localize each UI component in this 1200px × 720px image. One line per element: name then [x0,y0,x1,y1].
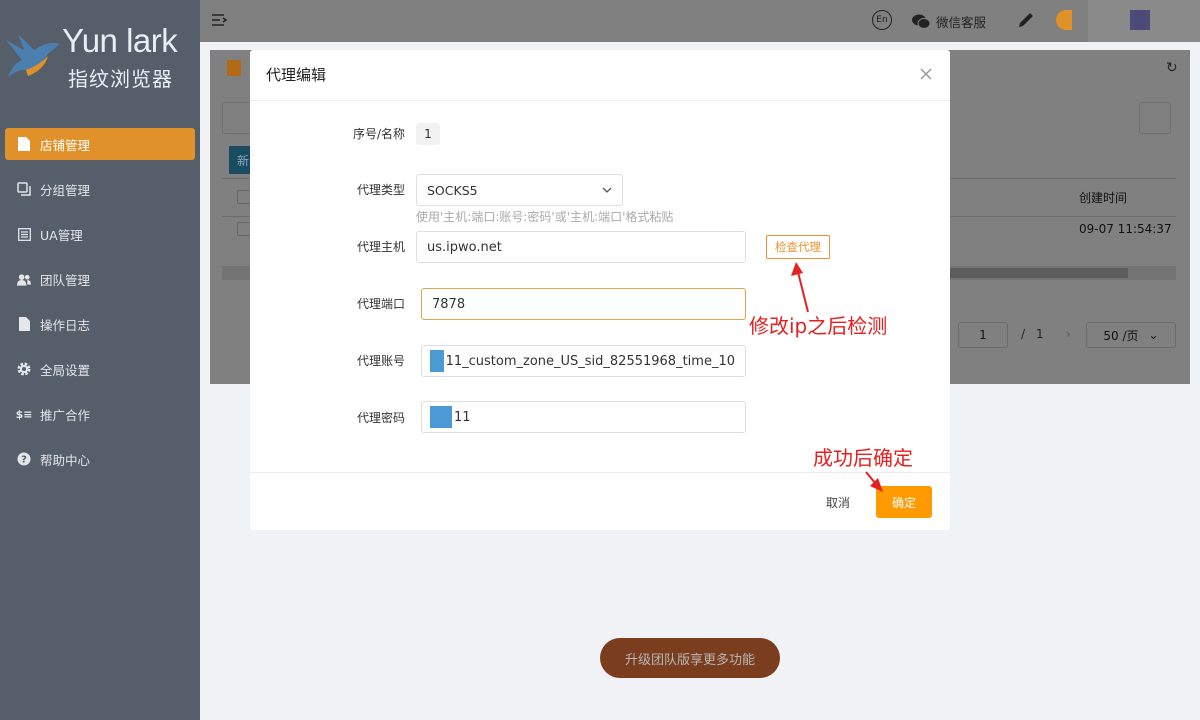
sidebar-item-team-management[interactable]: 团队管理 [5,263,195,295]
select-all-checkbox[interactable] [237,190,251,204]
wechat-service-label: 微信客服 [936,15,987,30]
proxy-account-label: 代理账号 [356,354,405,368]
page-size-select[interactable]: 50 /页 ⌄ [1086,322,1176,348]
bird-logo-icon [6,34,60,78]
page-number-input[interactable]: 1 [958,322,1008,348]
sidebar-item-label: UA管理 [40,227,83,243]
user-badge-icon [1130,10,1150,30]
document-icon [227,60,241,76]
proxy-password-value: 11 [454,409,471,425]
language-switch-button[interactable]: En [872,10,892,30]
sidebar-item-label: 店铺管理 [40,137,91,153]
index-value: 1 [416,123,440,145]
file-icon [17,317,31,331]
avatar[interactable] [1056,10,1072,30]
sidebar-item-label: 操作日志 [40,317,91,333]
chevron-down-icon: ⌄ [1148,328,1159,342]
top-header: En 微信客服 [200,0,1200,42]
upgrade-team-button[interactable]: 升级团队版享更多功能 [600,638,780,678]
pencil-icon[interactable] [1016,10,1036,30]
proxy-port-input[interactable]: 7878 [421,288,746,320]
proxy-password-input[interactable]: 11 [421,401,746,433]
created-time-cell: 09-07 11:54:37 [1079,222,1172,236]
sidebar-item-help-center[interactable]: ? 帮助中心 [5,443,195,475]
sidebar-item-label: 团队管理 [40,272,91,288]
check-proxy-annotation: 修改ip之后检测 [749,314,888,338]
proxy-host-label: 代理主机 [356,240,405,254]
brand-subtitle: 指纹浏览器 [68,67,173,91]
gear-icon [17,362,31,376]
proxy-account-value: 11_custom_zone_US_sid_82551968_time_10 [445,353,735,369]
divider [250,100,950,101]
brand-name: Yun lark [62,22,178,59]
index-name-label: 序号/名称 [352,127,405,141]
proxy-type-select[interactable]: SOCKS5 [416,174,623,206]
proxy-port-label: 代理端口 [356,297,405,311]
divider [250,472,950,473]
pager-separator: / [1021,327,1026,341]
search-input[interactable] [222,102,252,134]
proxy-password-label: 代理密码 [356,411,405,425]
redaction-mark [430,350,444,372]
proxy-type-label: 代理类型 [356,183,405,197]
refresh-icon[interactable]: ↻ [1166,60,1178,76]
document-icon [17,137,31,151]
close-icon[interactable] [918,66,934,82]
new-button[interactable]: 新 [229,146,251,174]
dollar-icon: $≡ [15,407,33,421]
confirm-button[interactable]: 确定 [876,486,932,518]
proxy-type-value: SOCKS5 [427,182,478,198]
next-page-icon[interactable]: › [1066,327,1071,341]
list-icon [17,227,31,241]
chevron-down-icon [602,187,612,193]
proxy-account-input[interactable]: 11_custom_zone_US_sid_82551968_time_10 [421,345,746,377]
redaction-mark [430,406,452,428]
proxy-port-value: 7878 [432,296,466,312]
menu-toggle-icon[interactable] [210,11,228,29]
row-checkbox[interactable] [237,222,251,236]
svg-text:?: ? [21,455,27,466]
sidebar-item-label: 全局设置 [40,362,91,378]
wechat-icon [912,14,930,29]
sidebar-item-global-settings[interactable]: 全局设置 [5,353,195,385]
dialog-title: 代理编辑 [266,66,327,84]
sidebar-item-group-management[interactable]: 分组管理 [5,173,195,205]
sidebar-item-shop-management[interactable]: 店铺管理 [5,128,195,160]
copy-icon [17,182,31,196]
app-logo: Yun lark 指纹浏览器 [0,0,200,112]
proxy-host-input[interactable]: us.ipwo.net [416,231,746,263]
sidebar-item-promotion[interactable]: $≡ 推广合作 [5,398,195,430]
team-icon [17,272,31,286]
created-time-header: 创建时间 [1079,191,1128,205]
reload-button[interactable] [1139,102,1171,134]
sidebar-item-label: 帮助中心 [40,452,91,468]
sidebar-item-label: 推广合作 [40,407,91,423]
confirm-annotation: 成功后确定 [813,446,913,470]
paste-format-hint: 使用'主机:端口:账号:密码'或'主机:端口'格式粘贴 [416,210,674,224]
wechat-service-link[interactable]: 微信客服 [912,12,986,31]
question-icon: ? [17,452,31,466]
page-size-value: 50 /页 [1103,328,1139,343]
scrollbar-thumb[interactable] [950,268,1128,278]
sidebar: Yun lark 指纹浏览器 店铺管理 分组管理 UA管理 团队管理 操作日志 … [0,0,200,720]
cancel-button[interactable]: 取消 [810,486,866,518]
proxy-host-value: us.ipwo.net [427,239,502,255]
check-proxy-button[interactable]: 检查代理 [766,235,830,259]
pager-total: 1 [1036,327,1044,341]
sidebar-item-ua-management[interactable]: UA管理 [5,218,195,250]
sidebar-item-label: 分组管理 [40,182,91,198]
sidebar-item-operation-log[interactable]: 操作日志 [5,308,195,340]
